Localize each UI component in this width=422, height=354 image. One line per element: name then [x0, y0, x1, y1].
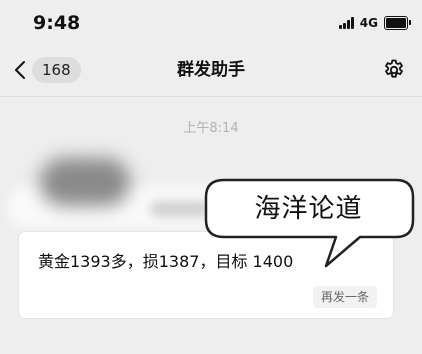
- status-bar: 9:48 4G: [0, 0, 422, 44]
- message-timestamp: 上午8:14: [183, 121, 239, 136]
- message-text: 黄金1393多，损1387，目标 1400: [38, 252, 294, 271]
- gear-icon[interactable]: [382, 58, 406, 82]
- status-indicators: 4G: [338, 15, 411, 31]
- back-button[interactable]: 168: [14, 57, 81, 83]
- resend-button[interactable]: 再发一条: [312, 286, 377, 308]
- redacted-sender-area: [0, 146, 310, 236]
- message-card: 黄金1393多，损1387，目标 1400 再发一条: [19, 232, 393, 318]
- battery-icon: [384, 16, 411, 30]
- unread-count-badge: 168: [32, 57, 81, 83]
- signal-bars-icon: [338, 17, 355, 29]
- network-label: 4G: [359, 16, 378, 30]
- chevron-left-icon: [15, 61, 25, 79]
- nav-bar: 群发助手 168: [0, 44, 422, 97]
- status-time: 9:48: [33, 12, 81, 34]
